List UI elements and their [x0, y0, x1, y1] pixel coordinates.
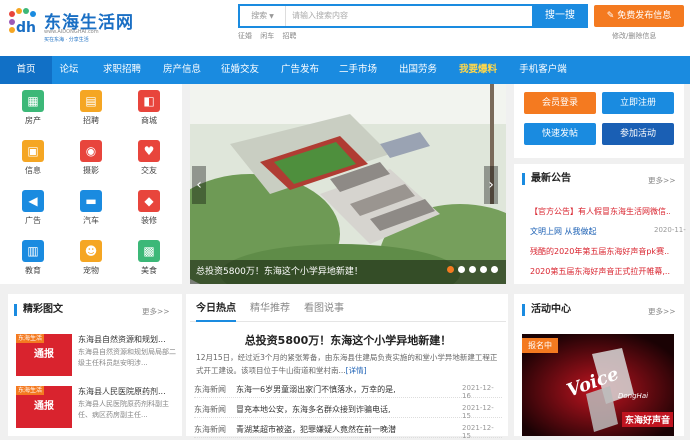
activity-title: 活动中心 — [522, 304, 571, 316]
nav-item-report[interactable]: 我要爆料 — [452, 56, 504, 84]
slider-dot[interactable] — [480, 266, 487, 273]
featured-title: 精彩图文 — [14, 304, 63, 316]
category-education[interactable]: ▥ 教育 — [6, 236, 60, 282]
briefcase-icon: ▤ — [80, 90, 102, 112]
quick-link[interactable]: 征婚 — [238, 32, 252, 40]
nav-item-home[interactable]: 首页 — [0, 56, 52, 84]
login-button[interactable]: 会员登录 — [524, 92, 596, 114]
category-car[interactable]: ▬ 汽车 — [64, 186, 118, 232]
image-slider[interactable]: ‹ › 总投资5800万！东海这个小学异地新建！ — [190, 84, 506, 284]
quick-post-button[interactable]: 快速发帖 — [524, 123, 596, 145]
quick-link[interactable]: 招聘 — [282, 32, 296, 40]
slider-dot[interactable] — [491, 266, 498, 273]
activity-badge: 报名中 — [522, 338, 558, 353]
slider-dots — [443, 266, 498, 276]
megaphone-icon: ◀ — [22, 190, 44, 212]
voice-brand-text: DongHai — [618, 392, 649, 400]
search-type-select[interactable]: 搜索 ▼ — [240, 6, 286, 26]
nav-item-dating[interactable]: 征婚交友 — [214, 56, 266, 84]
category-food[interactable]: ▩ 美食 — [122, 236, 176, 282]
edit-delete-link[interactable]: 修改/删除信息 — [612, 31, 656, 41]
nav-item-jobs[interactable]: 求职招聘 — [96, 56, 148, 84]
featured-item[interactable]: 东海生活 通报 东海县人民医院原药剂... 东海县人民医院原药剂科副主任、病区药房… — [16, 386, 176, 428]
category-dating[interactable]: ♥ 交友 — [122, 136, 176, 182]
food-icon: ▩ — [138, 240, 160, 262]
svg-text:dh: dh — [16, 20, 36, 36]
category-photo[interactable]: ◉ 摄影 — [64, 136, 118, 182]
category-panel: ▦ 房产 ▤ 招聘 ◧ 商城 ▣ 信息 ◉ 摄影 ♥ 交友 ◀ 广告 ▬ 汽车 ◆ 装修 ▥ 教育 … — [0, 84, 182, 284]
info-icon: ▣ — [22, 140, 44, 162]
hot-headline[interactable]: 总投资5800万！东海这个小学异地新建！ — [190, 332, 506, 348]
nav-item-ads[interactable]: 广告发布 — [274, 56, 326, 84]
slider-next-button[interactable]: › — [484, 166, 498, 204]
featured-more-link[interactable]: 更多>> — [142, 306, 170, 317]
location-pin-icon: ◆ — [138, 190, 160, 212]
featured-thumbnail: 东海生活 通报 — [16, 386, 72, 428]
slider-dot[interactable] — [447, 266, 454, 273]
notice-date: 2020-11-19 — [654, 226, 686, 234]
hot-summary: 12月15日，经过近3个月的紧张筹备，由东海县住建局负责实施的和堂小学异地新建工… — [196, 353, 498, 375]
account-panel: 会员登录 立即注册 快速发帖 参加活动 — [514, 84, 684, 158]
detail-link[interactable]: [详情] — [346, 366, 367, 375]
category-info[interactable]: ▣ 信息 — [6, 136, 60, 182]
cat-icon: ☻ — [80, 240, 102, 262]
notice-more-link[interactable]: 更多>> — [648, 175, 676, 186]
category-decor[interactable]: ◆ 装修 — [122, 186, 176, 232]
chevron-right-icon: › — [488, 177, 494, 193]
logo-slogan: 买在东海 · 分享生活 — [44, 37, 89, 43]
slider-prev-button[interactable]: ‹ — [192, 166, 206, 204]
nav-item-labor[interactable]: 出国劳务 — [392, 56, 444, 84]
quick-link[interactable]: 闲车 — [260, 32, 274, 40]
quick-links: 征婚 闲车 招聘 — [238, 31, 302, 41]
news-row[interactable]: 东海新闻 东海一6岁男童溺出家门不慎落水，万幸的是, 2021-12-16 — [194, 384, 502, 400]
car-icon: ▬ — [80, 190, 102, 212]
post-info-button[interactable]: ✎ 免费发布信息 — [594, 5, 684, 27]
news-tabs: 今日热点 精华推荐 看图说事 — [190, 298, 506, 322]
main-nav: 首页 论坛 求职招聘 房产信息 征婚交友 广告发布 二手市场 出国劳务 我要爆料… — [0, 56, 690, 84]
category-pets[interactable]: ☻ 宠物 — [64, 236, 118, 282]
search-button[interactable]: 搜一搜 — [532, 4, 588, 28]
notice-item[interactable]: 2020第五届东海好声音正式拉开帷幕,... — [530, 266, 670, 277]
voice-subtitle: 东海好声音 — [622, 412, 674, 427]
nav-item-mobile[interactable]: 手机客户端 — [512, 56, 574, 84]
category-mall[interactable]: ◧ 商城 — [122, 86, 176, 132]
slider-dot[interactable] — [469, 266, 476, 273]
category-housing[interactable]: ▦ 房产 — [6, 86, 60, 132]
nav-item-forum[interactable]: 论坛 — [52, 56, 86, 84]
edit-icon: ✎ — [606, 11, 618, 21]
logo-url: www.AIDONGHAI.com — [44, 29, 99, 35]
search-box: 搜索 ▼ 请输入搜索内容 搜一搜 — [238, 4, 588, 28]
camera-icon: ◉ — [80, 140, 102, 162]
notice-item[interactable]: 文明上网 从我做起2020-11-19 — [530, 226, 686, 237]
category-ads[interactable]: ◀ 广告 — [6, 186, 60, 232]
slider-dot[interactable] — [458, 266, 465, 273]
tab-photo-talk[interactable]: 看图说事 — [304, 298, 344, 322]
activity-image[interactable]: 报名中 Voice DongHai 东海好声音 — [522, 334, 674, 436]
nav-item-housing[interactable]: 房产信息 — [156, 56, 208, 84]
tab-featured[interactable]: 精华推荐 — [250, 298, 290, 322]
search-input[interactable]: 请输入搜索内容 — [292, 6, 348, 26]
register-button[interactable]: 立即注册 — [602, 92, 674, 114]
nav-item-secondhand[interactable]: 二手市场 — [332, 56, 384, 84]
join-activity-button[interactable]: 参加活动 — [602, 123, 674, 145]
house-icon: ▦ — [22, 90, 44, 112]
slide-image — [190, 84, 506, 284]
chevron-down-icon: ▼ — [269, 13, 274, 20]
chevron-left-icon: ‹ — [196, 177, 202, 193]
notice-item[interactable]: 【官方公告】有人假冒东海生活网微信... — [530, 206, 670, 217]
notice-item[interactable]: 残酷的2020年第五届东海好声音pk赛... — [530, 246, 670, 257]
news-row[interactable]: 东海新闻 冒充本地公安，东海多名群众接到诈骗电话, 2021-12-15 — [194, 404, 502, 420]
shopping-bag-icon: ◧ — [138, 90, 160, 112]
activity-more-link[interactable]: 更多>> — [648, 306, 676, 317]
logo-icon[interactable]: dh — [8, 8, 42, 38]
tab-today-hot[interactable]: 今日热点 — [196, 298, 236, 322]
category-jobs[interactable]: ▤ 招聘 — [64, 86, 118, 132]
book-icon: ▥ — [22, 240, 44, 262]
heart-icon: ♥ — [138, 140, 160, 162]
site-header: dh 东海生活网 www.AIDONGHAI.com 买在东海 · 分享生活 搜… — [0, 0, 690, 56]
featured-thumbnail: 东海生活 通报 — [16, 334, 72, 376]
notice-title: 最新公告 — [522, 173, 571, 185]
featured-item[interactable]: 东海生活 通报 东海县自然资源和规划... 东海县自然资源和规划局局部二级主任科员… — [16, 334, 176, 376]
